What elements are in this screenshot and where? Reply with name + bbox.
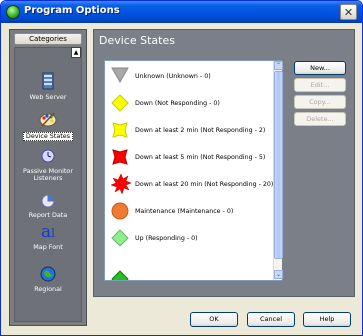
red-square-icon <box>112 149 128 165</box>
sidebar-item-passive-monitor-listeners[interactable]: Passive Monitor Listeners <box>15 148 81 182</box>
scroll-down-button[interactable]: ⌄ <box>274 270 283 279</box>
list-item[interactable]: Down at least 20 min (Not Responding - 2… <box>105 173 273 195</box>
state-label: Maintenance (Maintenance - 0) <box>135 208 234 215</box>
up-arrow-icon: ▲ <box>73 49 79 56</box>
state-label: Down at least 20 min (Not Responding - 2… <box>135 181 274 188</box>
copy-button[interactable]: Copy... <box>294 95 346 109</box>
device-states-list[interactable]: Unknown (Unknown - 0) Down (Not Respondi… <box>104 60 283 281</box>
state-label: Unknown (Unknown - 0) <box>135 73 211 80</box>
app-icon <box>6 5 20 19</box>
web-server-icon <box>15 72 81 92</box>
list-scrollbar[interactable]: ⌃ ⌄ <box>273 61 283 280</box>
green-partial-icon <box>111 270 129 280</box>
list-item[interactable]: Up (Responding - 0) <box>105 227 273 249</box>
regional-icon <box>15 266 81 284</box>
sidebar-item-label: Regional <box>34 285 62 293</box>
list-item[interactable]: Maintenance (Maintenance - 0) <box>105 200 273 222</box>
program-options-window: Program Options ✕ Categories Web Server <box>0 0 363 336</box>
chevron-up-icon: ⌃ <box>275 62 282 69</box>
state-label: Up (Responding - 0) <box>135 235 198 242</box>
green-diamond-icon <box>111 229 129 247</box>
sidebar-item-label: Map Font <box>33 243 63 251</box>
sidebar-item-label: Report Data <box>28 211 68 219</box>
sidebar-item-report-data[interactable]: Report Data <box>15 194 81 219</box>
delete-button[interactable]: Delete... <box>294 112 346 126</box>
help-button[interactable]: Help <box>303 312 351 327</box>
list-item[interactable]: Down at least 2 min (Not Responding - 2) <box>105 119 273 141</box>
edit-button[interactable]: Edit... <box>294 78 346 92</box>
chevron-down-icon: ⌄ <box>275 271 282 278</box>
categories-header: Categories <box>14 33 82 45</box>
close-icon: ✕ <box>343 5 354 19</box>
state-label: Down (Not Responding - 0) <box>135 100 220 107</box>
list-item[interactable] <box>105 254 273 280</box>
state-label: Down at least 5 min (Not Responding - 5) <box>135 154 266 161</box>
red-starburst-icon <box>111 174 131 194</box>
list-item[interactable]: Down at least 5 min (Not Responding - 5) <box>105 146 273 168</box>
sidebar-item-label: Device States <box>22 132 74 141</box>
sidebar-item-map-font[interactable]: al Map Font <box>15 223 81 251</box>
categories-panel: Web Server Device States Passive Monitor… <box>14 47 82 322</box>
new-button[interactable]: New... <box>294 61 346 75</box>
report-data-icon <box>15 194 81 210</box>
device-states-panel: Device States Unknown (Unknown - 0) Down… <box>93 29 355 297</box>
sidebar-item-label: Passive Monitor Listeners <box>23 167 73 182</box>
ok-button[interactable]: OK <box>190 312 238 327</box>
state-label: Down at least 2 min (Not Responding - 2) <box>135 127 266 134</box>
palette-icon <box>15 110 81 130</box>
sidebar-item-label: Web Server <box>29 93 67 101</box>
orange-circle-icon <box>111 202 129 220</box>
window-title: Program Options <box>24 5 120 16</box>
page-title: Device States <box>99 34 175 47</box>
passive-monitor-icon <box>15 148 81 166</box>
list-item[interactable]: Down (Not Responding - 0) <box>105 92 273 114</box>
cancel-button[interactable]: Cancel <box>247 312 295 327</box>
categories-sidebar: Categories Web Server Device States Pass… <box>9 29 87 326</box>
gray-down-triangle-icon <box>111 67 129 83</box>
sidebar-item-web-server[interactable]: Web Server <box>15 72 81 101</box>
list-item[interactable]: Unknown (Unknown - 0) <box>105 65 273 87</box>
sidebar-item-device-states[interactable]: Device States <box>15 110 81 141</box>
title-bar[interactable]: Program Options ✕ <box>1 1 362 23</box>
sidebar-scroll-up-button[interactable]: ▲ <box>71 47 81 58</box>
yellow-square-icon <box>112 122 128 138</box>
scroll-thumb[interactable] <box>274 71 283 259</box>
close-button[interactable]: ✕ <box>340 4 357 20</box>
scroll-up-button[interactable]: ⌃ <box>274 61 283 70</box>
sidebar-item-regional[interactable]: Regional <box>15 266 81 293</box>
yellow-diamond-icon <box>111 94 129 112</box>
map-font-icon: al <box>41 222 55 242</box>
